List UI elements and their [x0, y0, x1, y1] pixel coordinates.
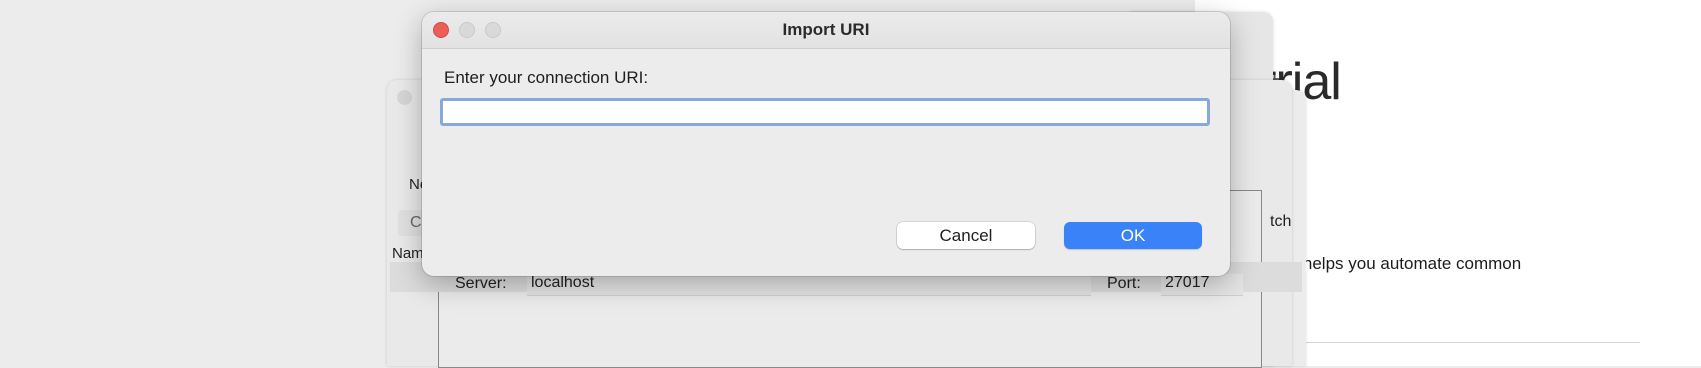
cancel-button[interactable]: Cancel	[897, 222, 1035, 249]
background-window-close-icon	[397, 90, 412, 105]
ok-button[interactable]: OK	[1064, 222, 1202, 249]
connection-uri-input[interactable]	[440, 98, 1210, 126]
connection-uri-prompt: Enter your connection URI:	[444, 68, 649, 87]
server-input[interactable]: localhost	[527, 274, 1091, 296]
dialog-titlebar: Import URI	[422, 12, 1230, 49]
dialog-title: Import URI	[782, 20, 870, 39]
background-right-label-partial: tch	[1270, 213, 1292, 230]
server-label: Server:	[455, 275, 507, 292]
port-input[interactable]: 27017	[1161, 274, 1243, 296]
background-column-partial: Nam	[392, 245, 424, 262]
background-description: at helps you automate common	[1284, 254, 1522, 273]
port-label: Port:	[1107, 275, 1141, 292]
import-uri-dialog: Import URI Enter your connection URI: Ca…	[422, 12, 1230, 276]
